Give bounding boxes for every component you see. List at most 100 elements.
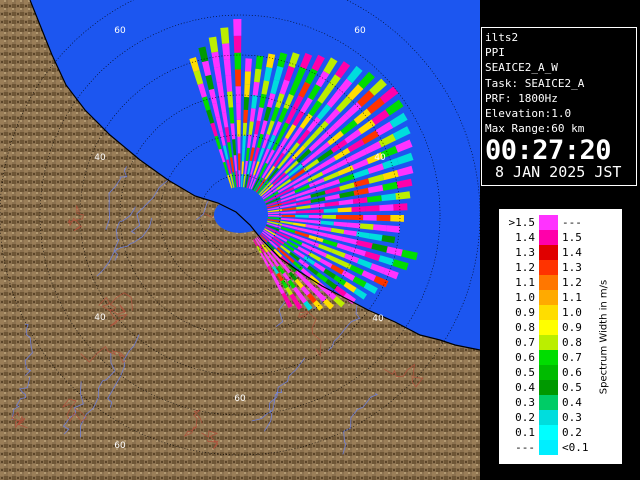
max-range-value: Max Range:60 km [485,122,585,136]
legend-swatch [539,260,558,275]
legend-lower-value: >1.5 [508,216,536,229]
scan-time: 00:27:20 [485,135,612,167]
echo-cell [308,215,323,219]
legend-row: --- <0.1 [499,440,599,455]
range-label: 40 [94,153,106,163]
legend-swatch [539,395,558,410]
legend-upper-value: <0.1 [562,441,589,454]
range-label: 40 [374,153,386,163]
legend-row: 0.4 0.5 [499,380,599,395]
legend-swatch [539,380,558,395]
legend-lower-value: 1.4 [515,231,535,244]
echo-cell [363,215,377,221]
legend-title: Spectrum Width in m/s [598,279,610,395]
echo-cell [235,86,241,104]
legend-lower-value: 1.0 [515,291,535,304]
legend-upper-value: 0.8 [562,336,582,349]
legend-lower-value: 0.4 [515,381,535,394]
legend-row: 0.6 0.7 [499,350,599,365]
legend-swatch [539,335,558,350]
echo-cell [236,103,241,120]
range-label: 40 [372,314,384,324]
product-name: SEAICE2_A_W [485,61,558,75]
legend-lower-value: 0.9 [515,306,535,319]
legend-lower-value: 0.6 [515,351,535,364]
radar-info-panel: ilts2 PPI SEAICE2_A_W Task: SEAICE2_A PR… [481,27,637,186]
legend-swatch [539,230,558,245]
legend-swatch [539,305,558,320]
legend-swatch [539,215,558,230]
legend-upper-value: 0.4 [562,396,582,409]
range-label: 40 [94,313,106,323]
range-label: 60 [114,441,126,451]
legend-row: 0.1 0.2 [499,425,599,440]
legend-upper-value: 1.5 [562,231,582,244]
legend-upper-value: 1.0 [562,306,582,319]
elevation-value: Elevation:1.0 [485,107,572,121]
scan-date: 8 JAN 2025 JST [495,163,622,182]
task-name: Task: SEAICE2_A [485,76,585,90]
legend-upper-value: 1.2 [562,276,582,289]
legend-upper-value: 1.3 [562,261,582,274]
legend-row: 0.8 0.9 [499,320,599,335]
legend-row: 0.3 0.4 [499,395,599,410]
legend-upper-value: 0.2 [562,426,582,439]
scan-mode: PPI [485,46,505,60]
legend-lower-value: 0.7 [515,336,535,349]
legend-swatch [539,350,558,365]
legend-row: 0.2 0.3 [499,410,599,425]
echo-cell [234,69,241,87]
legend-row: 1.1 1.2 [499,275,599,290]
legend-swatch [539,425,558,440]
echo-cell [244,71,251,85]
echo-cell [351,206,366,212]
legend-swatch [539,320,558,335]
echo-cell [393,203,408,211]
legend-lower-value: 1.2 [515,261,535,274]
legend-swatch [539,245,558,260]
legend-upper-value: 1.1 [562,291,582,304]
legend-lower-value: 1.1 [515,276,535,289]
legend-upper-value: 0.6 [562,366,582,379]
prf-value: PRF: 1800Hz [485,91,558,105]
legend-row: >1.5 --- [499,215,599,230]
echo-cell [376,215,391,222]
echo-cell [236,119,241,137]
legend-swatch [539,410,558,425]
legend-lower-value: 0.2 [515,411,535,424]
echo-cell [245,58,252,72]
legend-row: 0.9 1.0 [499,305,599,320]
legend-swatch [539,275,558,290]
legend-row: 0.5 0.6 [499,365,599,380]
range-label: 60 [234,394,246,404]
echo-cell [379,204,394,212]
legend-row: 0.7 0.8 [499,335,599,350]
legend-swatch [539,365,558,380]
range-label: 60 [354,26,366,36]
legend-lower-value: --- [515,441,535,454]
echo-cell [233,19,242,36]
legend-swatch [539,290,558,305]
legend-upper-value: 0.5 [562,381,582,394]
legend-lower-value: 1.3 [515,246,535,259]
range-label: 60 [114,26,126,36]
color-legend: Spectrum Width in m/s >1.5 --- 1.4 1.5 1.3 1.… [498,208,623,465]
legend-swatch [539,440,558,455]
station-name: ilts2 [485,31,519,44]
radar-ppi-map[interactable]: 60 60 40 40 40 40 60 60 [0,0,480,480]
legend-lower-value: 0.5 [515,366,535,379]
legend-row: 1.0 1.1 [499,290,599,305]
echo-cell [365,205,380,212]
legend-upper-value: --- [562,216,582,229]
legend-row: 1.3 1.4 [499,245,599,260]
legend-upper-value: 0.9 [562,321,582,334]
legend-row: 1.2 1.3 [499,260,599,275]
echo-cell [335,215,350,220]
legend-lower-value: 0.8 [515,321,535,334]
legend-lower-value: 0.3 [515,396,535,409]
legend-lower-value: 0.1 [515,426,535,439]
echo-cell [233,35,242,53]
legend-upper-value: 0.3 [562,411,582,424]
legend-upper-value: 1.4 [562,246,582,259]
echo-cell [349,215,364,221]
